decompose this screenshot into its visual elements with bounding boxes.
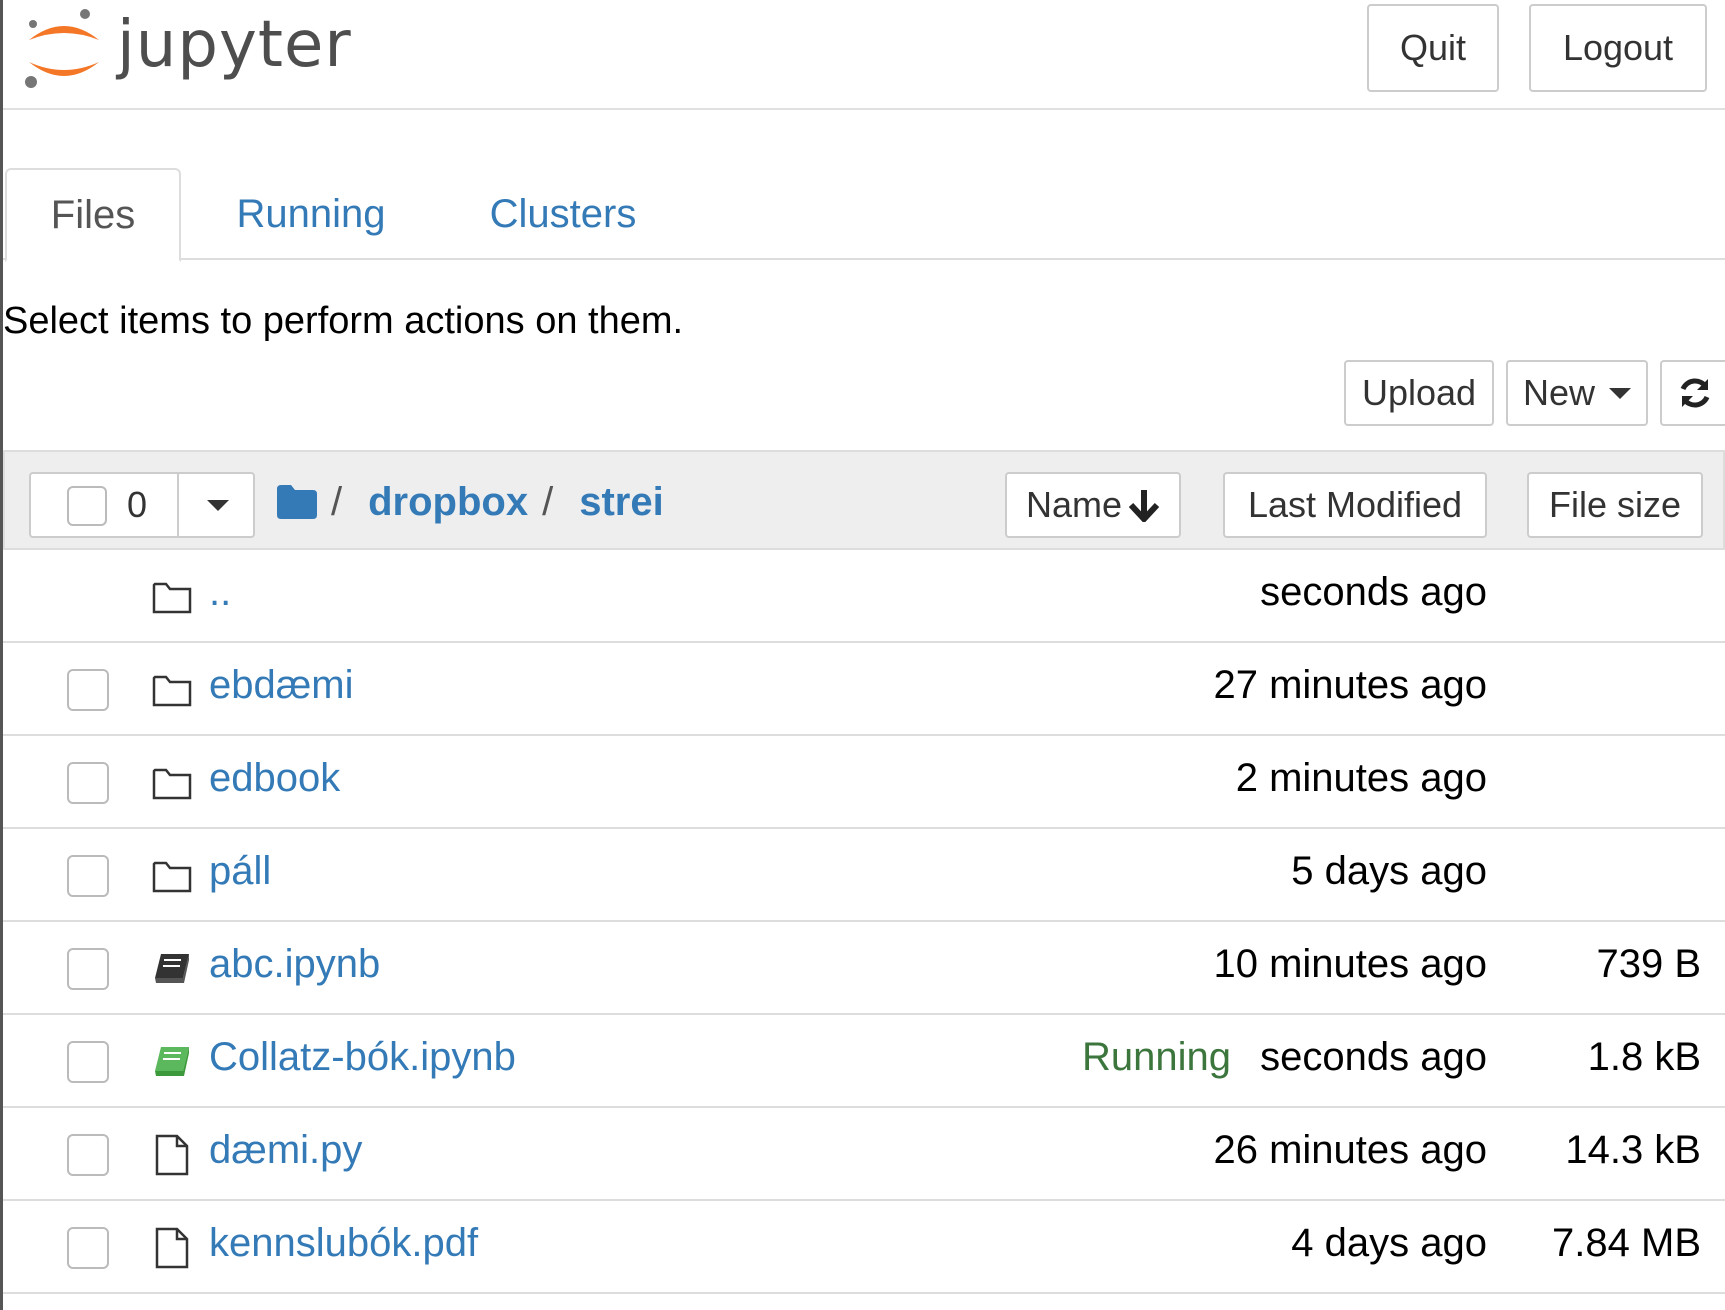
logout-button[interactable]: Logout xyxy=(1529,4,1707,92)
divider xyxy=(177,474,179,536)
sort-by-size-button[interactable]: File size xyxy=(1527,472,1703,538)
folder-icon xyxy=(152,675,192,707)
instruction-text: Select items to perform actions on them. xyxy=(3,300,684,342)
item-modified: seconds ago xyxy=(1260,1035,1487,1079)
tab-bar: Files Running Clusters xyxy=(3,168,1725,262)
item-name[interactable]: edbook xyxy=(209,756,340,801)
item-checkbox[interactable] xyxy=(67,1227,109,1269)
file-icon xyxy=(155,1227,189,1269)
item-size: 1.8 kB xyxy=(1587,1035,1701,1079)
list-item[interactable]: dæmi.py 26 minutes ago 14.3 kB xyxy=(3,1108,1725,1201)
list-item[interactable]: abc.ipynb 10 minutes ago 739 B xyxy=(3,922,1725,1015)
folder-home-icon[interactable] xyxy=(277,485,317,519)
item-name[interactable]: Collatz-bók.ipynb xyxy=(209,1035,516,1080)
item-name[interactable]: páll xyxy=(209,849,271,894)
breadcrumb-separator: / xyxy=(331,479,343,524)
list-item[interactable]: edbook 2 minutes ago xyxy=(3,736,1725,829)
list-item-parent[interactable]: .. seconds ago xyxy=(3,550,1725,643)
item-checkbox[interactable] xyxy=(67,762,109,804)
item-modified: 5 days ago xyxy=(1291,849,1487,893)
select-dropdown-caret-icon[interactable] xyxy=(207,500,229,511)
list-item[interactable]: Collatz-bók.ipynb Running seconds ago 1.… xyxy=(3,1015,1725,1108)
folder-icon xyxy=(152,768,192,800)
item-name[interactable]: ebdæmi xyxy=(209,663,354,708)
item-modified: 26 minutes ago xyxy=(1213,1128,1487,1172)
folder-icon xyxy=(152,861,192,893)
arrow-down-icon xyxy=(1128,490,1160,522)
header: jupyter Quit Logout xyxy=(3,0,1725,110)
item-modified: 27 minutes ago xyxy=(1213,663,1487,707)
refresh-button[interactable] xyxy=(1660,360,1725,426)
breadcrumb-dropbox[interactable]: dropbox xyxy=(368,480,528,525)
sort-by-name-button[interactable]: Name xyxy=(1005,472,1181,538)
item-name[interactable]: .. xyxy=(209,570,231,615)
selected-count: 0 xyxy=(127,484,148,525)
item-checkbox[interactable] xyxy=(67,855,109,897)
running-notebook-icon xyxy=(155,1047,189,1076)
item-modified: 4 days ago xyxy=(1291,1221,1487,1265)
item-modified: 10 minutes ago xyxy=(1213,942,1487,986)
file-icon xyxy=(155,1134,189,1176)
item-checkbox[interactable] xyxy=(67,948,109,990)
item-checkbox[interactable] xyxy=(67,669,109,711)
item-size: 7.84 MB xyxy=(1552,1221,1701,1265)
list-item[interactable]: páll 5 days ago xyxy=(3,829,1725,922)
list-item[interactable]: ebdæmi 27 minutes ago xyxy=(3,643,1725,736)
item-name[interactable]: abc.ipynb xyxy=(209,942,380,987)
file-list-header: 0 / dropbox / strei Name Last Modified F… xyxy=(3,450,1725,550)
jupyter-logo[interactable]: jupyter xyxy=(19,6,379,96)
tab-files[interactable]: Files xyxy=(5,168,181,262)
upload-button[interactable]: Upload xyxy=(1344,360,1494,426)
item-checkbox[interactable] xyxy=(67,1041,109,1083)
item-checkbox[interactable] xyxy=(67,1134,109,1176)
running-status: Running xyxy=(1081,1035,1231,1079)
folder-icon xyxy=(152,582,192,614)
item-modified: seconds ago xyxy=(1260,570,1487,614)
breadcrumb: / dropbox / strei xyxy=(277,474,678,530)
select-all-checkbox[interactable] xyxy=(67,486,107,526)
item-size: 739 B xyxy=(1596,942,1701,986)
jupyter-logo-icon xyxy=(25,9,99,88)
notebook-icon xyxy=(155,954,189,983)
sort-by-modified-button[interactable]: Last Modified xyxy=(1223,472,1487,538)
refresh-icon xyxy=(1680,378,1710,408)
item-name[interactable]: dæmi.py xyxy=(209,1128,362,1173)
new-button-label: New xyxy=(1522,372,1596,413)
new-dropdown-button[interactable]: New xyxy=(1506,360,1648,426)
sort-name-label: Name xyxy=(1025,484,1123,525)
breadcrumb-separator: / xyxy=(542,479,554,524)
item-modified: 2 minutes ago xyxy=(1235,756,1487,800)
select-all-group: 0 xyxy=(29,472,255,538)
breadcrumb-strei[interactable]: strei xyxy=(579,480,664,525)
caret-down-icon xyxy=(1609,387,1632,399)
list-item[interactable]: kennslubók.pdf 4 days ago 7.84 MB xyxy=(3,1201,1725,1294)
quit-button[interactable]: Quit xyxy=(1367,4,1499,92)
tab-running[interactable]: Running xyxy=(203,168,419,260)
item-size: 14.3 kB xyxy=(1565,1128,1701,1172)
tab-clusters[interactable]: Clusters xyxy=(453,168,673,260)
item-name[interactable]: kennslubók.pdf xyxy=(209,1221,478,1266)
logo-text: jupyter xyxy=(117,8,352,82)
